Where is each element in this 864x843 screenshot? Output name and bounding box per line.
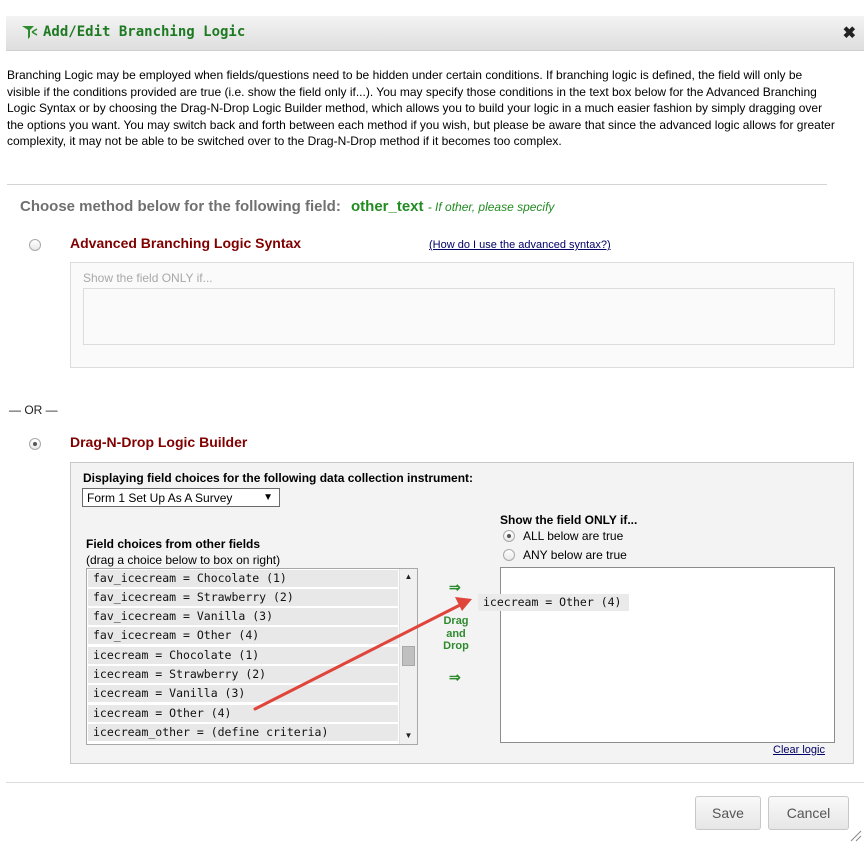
or-separator: — OR — — [9, 403, 58, 417]
field-label: - If other, please specify — [427, 200, 555, 214]
scroll-up-icon[interactable]: ▲ — [400, 570, 417, 584]
choose-prefix: Choose method below for the following fi… — [20, 198, 341, 215]
advanced-syntax-radio[interactable] — [29, 239, 41, 251]
list-item[interactable]: icecream = Chocolate (1) — [88, 647, 398, 664]
dragged-choice[interactable]: icecream = Other (4) — [478, 594, 630, 611]
show-only-title: Show the field ONLY if... — [500, 513, 638, 527]
list-item[interactable]: fav_icecream = Other (4) — [88, 627, 398, 644]
dnd-builder-heading: Drag-N-Drop Logic Builder — [70, 434, 248, 450]
list-item[interactable]: icecream = Other (4) — [88, 705, 398, 722]
all-true-radio[interactable] — [503, 530, 515, 542]
field-choices-title: Field choices from other fields — [86, 537, 261, 551]
drag-label-line-3: Drop — [443, 640, 469, 652]
save-button[interactable]: Save — [695, 796, 761, 830]
dialog-titlebar[interactable]: Add/Edit Branching Logic ✖ — [6, 16, 864, 51]
instrument-prompt: Displaying field choices for the followi… — [83, 471, 474, 485]
branching-logic-icon — [22, 26, 38, 39]
instrument-select[interactable]: Form 1 Set Up As A Survey ▼ — [82, 488, 280, 507]
choose-method-heading: Choose method below for the following fi… — [20, 198, 554, 215]
drag-label-line-2: and — [446, 627, 466, 640]
list-item[interactable]: fav_icecream = Strawberry (2) — [88, 589, 398, 606]
drag-label-line-1: Drag — [443, 615, 469, 627]
scrollbar-thumb[interactable] — [402, 646, 415, 666]
dialog-title: Add/Edit Branching Logic — [43, 24, 246, 40]
cancel-button[interactable]: Cancel — [768, 796, 849, 830]
any-true-radio[interactable] — [503, 549, 515, 561]
list-item[interactable]: fav_icecream = Chocolate (1) — [88, 570, 398, 587]
advanced-syntax-heading: Advanced Branching Logic Syntax — [70, 235, 302, 251]
field-name: other_text — [351, 198, 424, 215]
footer-divider — [6, 782, 864, 783]
advanced-logic-caption: Show the field ONLY if... — [83, 271, 213, 285]
advanced-logic-textarea[interactable] — [83, 288, 835, 345]
clear-logic-link[interactable]: Clear logic — [773, 744, 825, 756]
all-true-label: ALL below are true — [523, 529, 624, 543]
any-true-label: ANY below are true — [523, 548, 627, 562]
field-choices-hint: (drag a choice below to box on right) — [86, 553, 281, 567]
resize-handle-icon[interactable] — [848, 828, 862, 842]
intro-text: Branching Logic may be employed when fie… — [7, 68, 835, 148]
divider — [7, 184, 827, 185]
list-item[interactable]: icecream_other = (define criteria) — [88, 724, 398, 741]
drag-and-drop-label: Drag and Drop — [436, 615, 476, 653]
dnd-builder-radio[interactable] — [29, 438, 41, 450]
instrument-select-value: Form 1 Set Up As A Survey — [87, 491, 233, 505]
advanced-logic-panel: Show the field ONLY if... — [70, 262, 854, 368]
list-item[interactable]: fav_icecream = Vanilla (3) — [88, 608, 398, 625]
drag-arrow-icon: ⇒ — [449, 579, 461, 595]
list-item[interactable]: icecream = Vanilla (3) — [88, 685, 398, 702]
list-item[interactable]: icecream = Strawberry (2) — [88, 666, 398, 683]
close-icon[interactable]: ✖ — [843, 23, 856, 43]
choices-scrollbar[interactable]: ▲ ▼ — [399, 569, 417, 744]
dropdown-arrow-icon: ▼ — [263, 492, 273, 503]
drag-arrow-icon: ⇒ — [449, 669, 461, 685]
field-choices-list[interactable]: fav_icecream = Chocolate (1) fav_icecrea… — [86, 568, 418, 745]
advanced-syntax-help-link[interactable]: (How do I use the advanced syntax?) — [429, 239, 611, 251]
scroll-down-icon[interactable]: ▼ — [400, 729, 417, 743]
